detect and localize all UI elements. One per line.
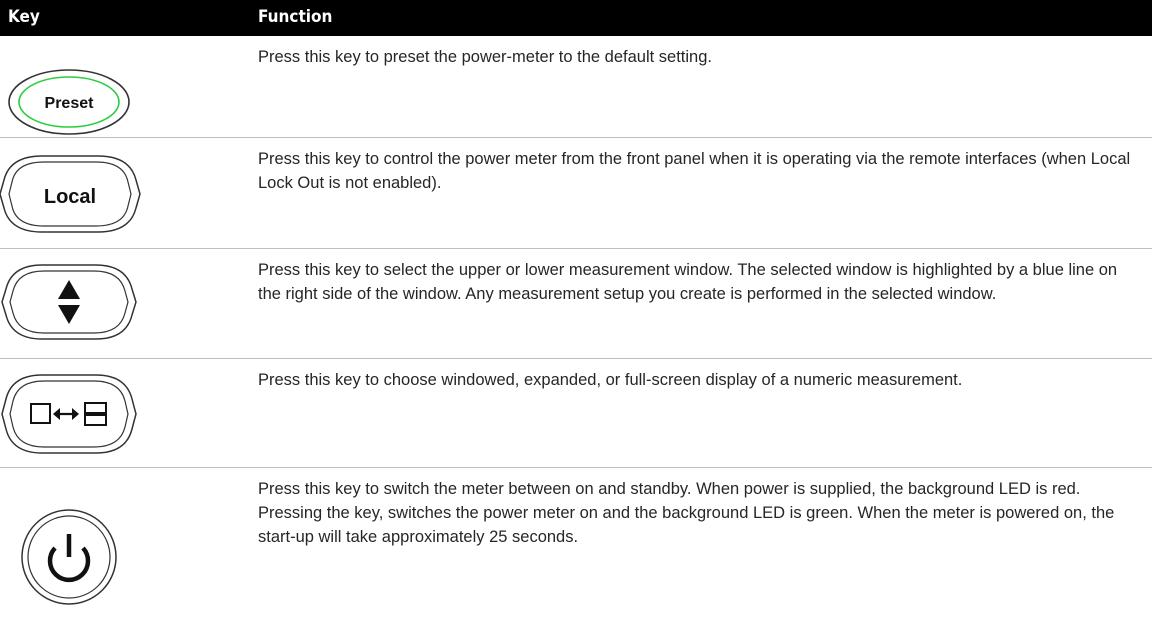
preset-key-label: Preset xyxy=(45,95,95,112)
local-key-cell: Local xyxy=(0,138,255,249)
local-key-icon: Local xyxy=(0,155,141,233)
local-key-label: Local xyxy=(44,186,96,208)
table-row: Press this key to choose windowed, expan… xyxy=(0,359,1152,468)
table-row: Press this key to select the upper or lo… xyxy=(0,249,1152,359)
display-mode-key-cell xyxy=(0,359,255,468)
power-symbol-icon xyxy=(47,534,91,583)
preset-key-cell: Preset xyxy=(0,36,255,138)
table-row: Preset Press this key to preset the powe… xyxy=(0,36,1152,138)
windowed-display-icon xyxy=(30,403,51,424)
power-description: Press this key to switch the meter betwe… xyxy=(258,480,1115,546)
down-arrow-icon xyxy=(58,305,80,324)
window-select-key-cell xyxy=(0,249,255,359)
up-arrow-icon xyxy=(58,280,80,299)
preset-description: Press this key to preset the power-meter… xyxy=(258,48,712,66)
local-description: Press this key to control the power mete… xyxy=(258,150,1131,192)
window-select-key-icon xyxy=(1,264,137,340)
window-select-description: Press this key to select the upper or lo… xyxy=(258,261,1118,303)
key-column-header: Key xyxy=(8,7,40,27)
function-column-header: Function xyxy=(258,7,333,27)
split-display-icon xyxy=(84,402,107,426)
swap-arrow-icon xyxy=(53,408,79,420)
power-key-icon xyxy=(21,509,117,605)
table-row: Local Press this key to control the powe… xyxy=(0,138,1152,249)
power-key-cell xyxy=(0,468,255,635)
display-mode-key-icon xyxy=(1,374,137,454)
table-row: Press this key to switch the meter betwe… xyxy=(0,468,1152,635)
table-header: Key Function xyxy=(0,0,1152,36)
preset-key-icon: Preset xyxy=(8,69,130,135)
display-mode-description: Press this key to choose windowed, expan… xyxy=(258,371,963,389)
